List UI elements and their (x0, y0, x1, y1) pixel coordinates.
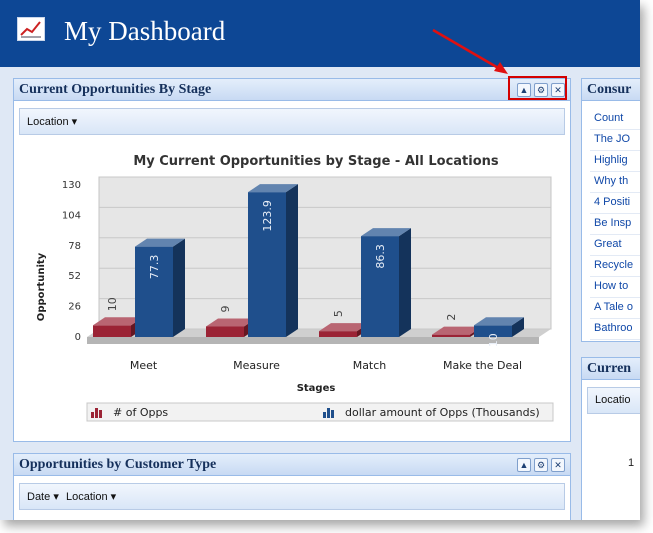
opportunities-chart: My Current Opportunities by Stage - All … (36, 154, 554, 422)
settings-button[interactable]: ⚙ (534, 458, 548, 472)
consumer-list-item[interactable]: The JO (594, 133, 630, 145)
consumer-list-item[interactable]: Be Insp (594, 217, 631, 229)
bar-side (286, 184, 298, 337)
consumer-list-item[interactable]: How to (594, 280, 628, 292)
y-tick-label: 26 (68, 302, 81, 313)
list-divider (590, 192, 640, 193)
y-tick-label: 104 (62, 210, 81, 221)
opportunities-panel: Current Opportunities By Stage ▲ ⚙ ✕ Loc… (13, 78, 571, 442)
bar: 123.9 (248, 184, 298, 337)
consumer-list-item[interactable]: 4 Positi (594, 196, 630, 208)
y-axis-label: Opportunity (36, 252, 47, 321)
panel-toolbar: Locatio (587, 387, 640, 414)
y-tick-label: 52 (68, 271, 81, 282)
collapse-button[interactable]: ▲ (517, 458, 531, 472)
panel-header: Curren (582, 358, 640, 380)
list-divider (590, 234, 640, 235)
panel-title: Consur (587, 82, 632, 97)
caret-up-icon: ▲ (519, 460, 529, 470)
bar-value-label: 77.3 (148, 255, 161, 280)
bar-front (319, 331, 357, 337)
close-button[interactable]: ✕ (551, 458, 565, 472)
x-tick-label: Measure (233, 359, 280, 372)
consumer-list-item[interactable]: Bathroo (594, 322, 633, 334)
legend-label: # of Opps (113, 406, 168, 419)
list-divider (590, 150, 640, 151)
gear-icon: ⚙ (536, 460, 546, 470)
list-divider (590, 129, 640, 130)
list-divider (590, 171, 640, 172)
y-tick-label: 78 (68, 241, 81, 252)
panel-header: Current Opportunities By Stage ▲ ⚙ ✕ (14, 79, 570, 101)
chart-title: My Current Opportunities by Stage - All … (133, 154, 499, 169)
panel-toolbar: Location ▾ (19, 108, 565, 135)
consumer-list-item[interactable]: Why th (594, 175, 628, 187)
customer-type-panel: Opportunities by Customer Type ▲ ⚙ ✕ Dat… (13, 453, 571, 520)
bar-value-label: 123.9 (261, 200, 274, 232)
consumer-list-item[interactable]: Recycle (594, 259, 633, 271)
date-dropdown[interactable]: Date ▾ (27, 490, 59, 503)
bar: 77.3 (135, 238, 185, 337)
list-divider (590, 213, 640, 214)
location-label: Location (27, 116, 69, 128)
y-tick-label: 0 (75, 332, 81, 343)
chart-legend: # of Opps dollar amount of Opps (Thousand… (86, 402, 554, 422)
close-icon: ✕ (554, 460, 562, 470)
consumer-list-item[interactable]: A Tale o (594, 301, 633, 313)
bar-front (206, 326, 244, 337)
bar-side (399, 228, 411, 337)
bar-value-label: 10 (487, 333, 500, 347)
bar-value-label: 2 (445, 314, 458, 321)
bar: 86.3 (361, 228, 411, 337)
location-label: Location (66, 491, 108, 503)
page-title: My Dashboard (64, 16, 226, 46)
bar-front (93, 325, 131, 337)
panel-header: Consur (582, 79, 640, 101)
panel-title: Curren (587, 361, 632, 376)
consumer-panel: Consur Count The JO Highlig Why th 4 Positi B… (581, 78, 640, 342)
highlight-box (508, 76, 567, 100)
location-dropdown[interactable]: Location ▾ (27, 115, 77, 128)
bar-side (173, 238, 185, 337)
legend-label: dollar amount of Opps (Thousands) (345, 406, 540, 419)
date-label: Date (27, 491, 51, 503)
header-bar: My Dashboard (0, 0, 640, 67)
y-tick-label: 130 (62, 180, 81, 191)
plot-floor-edge (87, 337, 539, 344)
chart-logo-icon (17, 17, 45, 41)
list-divider (590, 318, 640, 319)
bar-value-label: 5 (332, 310, 345, 317)
consumer-list-item[interactable]: Great (594, 238, 622, 250)
list-divider (590, 255, 640, 256)
location-label: Locatio (595, 394, 631, 406)
panel-title: Current Opportunities By Stage (19, 82, 212, 97)
current-value: 1 (628, 457, 635, 469)
chevron-down-icon: ▾ (110, 491, 117, 503)
current-panel: Curren Locatio 1 (581, 357, 640, 520)
x-tick-label: Meet (130, 359, 158, 372)
bar-value-label: 10 (106, 297, 119, 311)
x-tick-label: Match (353, 359, 387, 372)
bar-value-label: 86.3 (374, 244, 387, 269)
list-divider (590, 297, 640, 298)
chevron-down-icon: ▾ (53, 491, 59, 503)
list-divider (590, 276, 640, 277)
location-dropdown[interactable]: Location ▾ (66, 490, 116, 503)
panel-header: Opportunities by Customer Type ▲ ⚙ ✕ (14, 454, 570, 476)
location-dropdown[interactable]: Locatio (595, 394, 630, 406)
bar-front (432, 334, 470, 337)
x-axis-label: Stages (297, 383, 336, 394)
consumer-list-item[interactable]: Highlig (594, 154, 628, 166)
consumer-list-item[interactable]: Count (594, 112, 623, 124)
panel-title: Opportunities by Customer Type (19, 457, 217, 472)
list-divider (590, 339, 640, 340)
bar-value-label: 9 (219, 305, 232, 312)
x-tick-label: Make the Deal (443, 359, 522, 372)
panel-toolbar: Date ▾ Location ▾ (19, 483, 565, 510)
chevron-down-icon: ▾ (71, 116, 78, 128)
